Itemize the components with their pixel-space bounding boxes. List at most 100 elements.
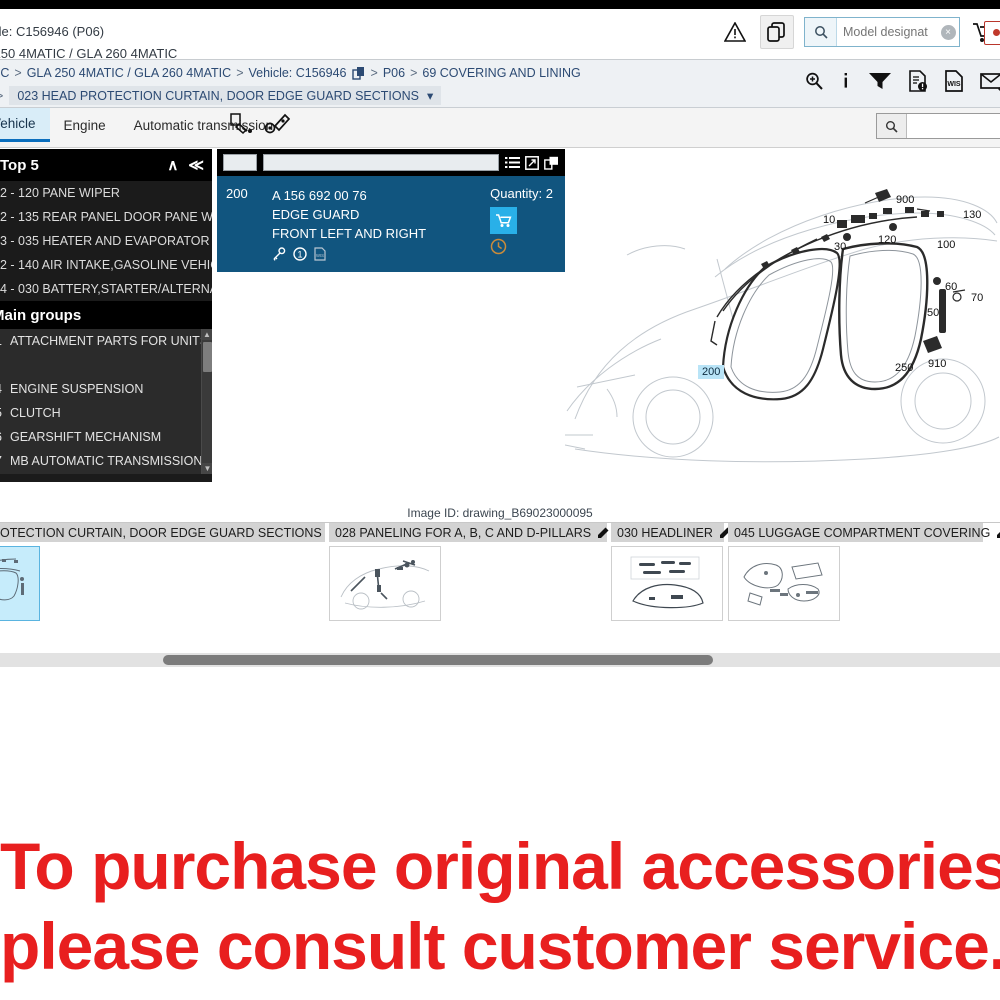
group-number: 4 (0, 382, 10, 396)
list-item[interactable]: 4 ENGINE SUSPENSION (0, 377, 212, 401)
breadcrumb-section-chip[interactable]: 023 HEAD PROTECTION CURTAIN, DOOR EDGE G… (9, 86, 442, 105)
thumbnail-image[interactable] (728, 546, 840, 621)
list-item[interactable]: 1 ATTACHMENT PARTS FOR UNITS (0, 329, 212, 353)
chevron-down-icon[interactable]: ▾ (427, 88, 433, 103)
search-icon (805, 18, 837, 46)
edge-red-button[interactable] (984, 21, 1000, 45)
thumbnail-image[interactable] (611, 546, 723, 621)
scroll-up-arrow-icon[interactable]: ▲ (202, 329, 212, 340)
breadcrumb-separator: > (370, 66, 378, 80)
sidebar-header: Top 5 ∧ ≪ (0, 149, 212, 181)
edge-red-dot-icon (992, 29, 1000, 36)
warning-triangle-icon[interactable] (720, 17, 750, 47)
scrollbar-thumb[interactable] (163, 655, 713, 665)
callout-30: 30 (834, 241, 847, 253)
chevron-up-icon[interactable]: ∧ (167, 156, 178, 174)
callout-60: 60 (945, 281, 958, 293)
list-view-icon[interactable] (505, 156, 520, 169)
scroll-down-arrow-icon[interactable]: ▼ (202, 463, 212, 474)
thumbnail-label: 028 PANELING FOR A, B, C AND D-PILLARS (335, 525, 592, 540)
thumbnail-image[interactable] (329, 546, 441, 621)
list-item[interactable] (0, 353, 212, 377)
key-icon[interactable] (272, 247, 286, 261)
group-label: ENGINE SUSPENSION (10, 382, 144, 396)
wis-document-icon[interactable]: WIS (944, 70, 964, 92)
list-item[interactable]: 028 PANELING FOR A, B, C AND D-PILLARS (329, 523, 610, 621)
group-number: 5 (0, 406, 10, 420)
equipment-code-icon[interactable] (264, 112, 290, 136)
breadcrumb-item-pc[interactable]: PC (0, 66, 9, 80)
duplicate-icon[interactable] (544, 156, 559, 170)
sidebar-scrollbar[interactable]: ▲ ▼ (201, 329, 212, 474)
left-navigation-panel: Top 5 ∧ ≪ 2 - 120 PANE WIPER 2 - 135 REA… (0, 149, 212, 482)
tab-engine[interactable]: Engine (50, 108, 120, 142)
tab-search-input[interactable] (907, 114, 1000, 138)
clock-history-icon[interactable] (490, 238, 553, 255)
note-1-icon[interactable]: 1 (293, 247, 307, 261)
breadcrumb-copy-icon[interactable] (351, 66, 366, 80)
top-black-strip (0, 0, 1000, 9)
thumbnail-image[interactable] (0, 546, 40, 621)
chevron-double-left-icon[interactable]: ≪ (188, 156, 204, 174)
horizontal-scrollbar[interactable] (0, 653, 1000, 667)
copy-documents-icon[interactable] (760, 15, 794, 49)
list-item[interactable]: 7 MB AUTOMATIC TRANSMISSION (0, 449, 212, 473)
expand-icon[interactable] (525, 155, 539, 170)
tab-search-box[interactable] (876, 113, 1000, 139)
list-item[interactable]: 4 - 030 BATTERY,STARTER/ALTERNAT... (0, 277, 212, 301)
thumbnail-list: 3 HEAD PROTECTION CURTAIN, DOOR EDGE GUA… (0, 523, 1000, 621)
callout-130: 130 (963, 209, 982, 221)
image-id-label: Image ID: drawing_B69023000095 (407, 506, 593, 520)
breadcrumb-item-vehicle[interactable]: Vehicle: C156946 (249, 66, 347, 80)
part-detail-card: 200 A 156 692 00 76 EDGE GUARD FRONT LEF… (217, 149, 565, 272)
list-item[interactable]: 045 LUGGAGE COMPARTMENT COVERING (728, 523, 1000, 621)
callout-120: 120 (878, 234, 897, 246)
filter-icon[interactable] (868, 71, 892, 91)
model-search-input[interactable] (837, 18, 937, 46)
zoom-in-icon[interactable] (804, 71, 824, 91)
list-item[interactable]: 2 - 140 AIR INTAKE,GASOLINE VEHIC... (0, 253, 212, 277)
group-number: 1 (0, 334, 10, 348)
list-item[interactable]: 3 - 035 HEATER AND EVAPORATOR H... (0, 229, 212, 253)
clear-search-glyph: × (940, 24, 956, 40)
mail-edit-icon[interactable] (980, 71, 1000, 91)
header-icon-group: × (720, 15, 1000, 49)
document-alert-icon[interactable] (908, 70, 928, 92)
clear-search-icon[interactable]: × (937, 18, 959, 46)
part-quantity-label: Quantity: 2 (490, 186, 553, 201)
edit-icon[interactable] (996, 526, 1000, 539)
technical-drawing-viewport[interactable]: 900 10 130 30 120 100 60 70 50 250 910 2… (565, 149, 1000, 482)
list-item[interactable]: 2 - 120 PANE WIPER (0, 181, 212, 205)
group-label: ATTACHMENT PARTS FOR UNITS (10, 334, 209, 348)
thumbnail-title: 028 PANELING FOR A, B, C AND D-PILLARS (329, 523, 610, 542)
breadcrumb-bar: PC > GLA 250 4MATIC / GLA 260 4MATIC > V… (0, 60, 1000, 108)
tab-vehicle[interactable]: Vehicle (0, 108, 50, 142)
scrollbar-thumb[interactable] (203, 342, 212, 372)
part-quantity-area: Quantity: 2 (490, 186, 553, 255)
add-to-cart-icon[interactable] (490, 207, 518, 234)
part-card-tool-group (505, 155, 559, 170)
breadcrumb-item-model[interactable]: GLA 250 4MATIC / GLA 260 4MATIC (27, 66, 232, 80)
group-number: 6 (0, 430, 10, 444)
callout-70: 70 (971, 292, 984, 304)
list-item[interactable]: 2 - 135 REAR PANEL DOOR PANE WI... (0, 205, 212, 229)
list-item[interactable]: 3 HEAD PROTECTION CURTAIN, DOOR EDGE GUA… (0, 523, 340, 621)
part-filter-input[interactable] (263, 154, 499, 171)
edit-icon[interactable] (597, 526, 610, 539)
model-search-box[interactable]: × (804, 17, 960, 47)
paint-code-icon[interactable] (228, 112, 254, 136)
breadcrumb-item-p06[interactable]: P06 (383, 66, 405, 80)
breadcrumb-item-group[interactable]: 69 COVERING AND LINING (422, 66, 580, 80)
list-item[interactable]: 030 HEADLINER (611, 523, 731, 621)
part-card-mini-button[interactable] (223, 154, 257, 171)
tab-icon-group (228, 112, 290, 136)
wis-small-icon[interactable]: WIS (314, 247, 326, 261)
info-icon[interactable] (840, 71, 852, 91)
group-number: 7 (0, 454, 10, 468)
list-item[interactable]: 5 CLUTCH (0, 401, 212, 425)
callout-200-selected[interactable]: 200 (698, 365, 725, 379)
breadcrumb-separator: > (236, 66, 244, 80)
list-item[interactable]: 6 GEARSHIFT MECHANISM (0, 425, 212, 449)
breadcrumb-separator: > (410, 66, 418, 80)
sidebar-title: Top 5 (0, 156, 39, 174)
